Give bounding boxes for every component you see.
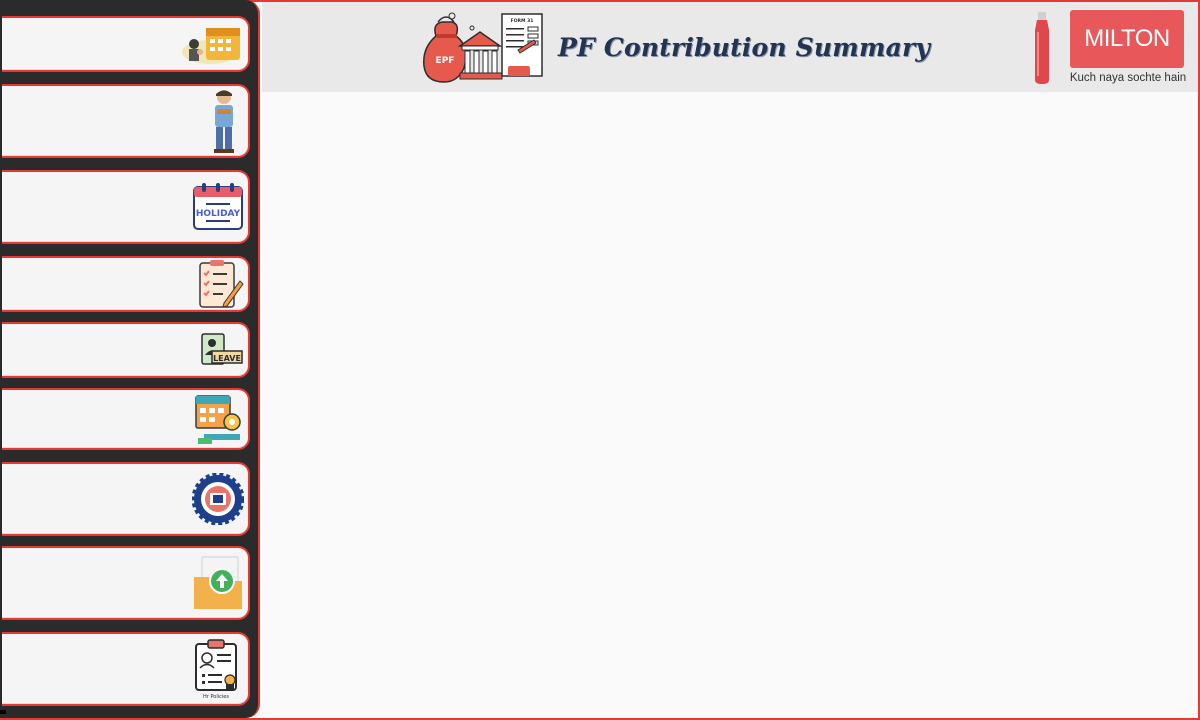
epfo-emblem-icon <box>192 473 244 525</box>
title-block: EPF FORM 31 PF Contribution Summary <box>422 8 930 86</box>
calendar-gear-icon <box>194 392 244 446</box>
holiday-text: HOLIDAY <box>196 209 241 219</box>
scroll-indicator <box>0 710 6 714</box>
sidebar: HOLIDAY LEAVE Hr Policies <box>0 0 260 718</box>
holiday-calendar-icon: HOLIDAY <box>192 183 244 231</box>
brand-name: MILTON <box>1084 25 1170 52</box>
sidebar-item-upload[interactable] <box>2 546 250 620</box>
calendar-people-icon <box>180 22 244 66</box>
sidebar-item-leave[interactable]: LEAVE <box>2 322 250 378</box>
sidebar-item-holiday[interactable]: HOLIDAY <box>2 170 250 244</box>
sidebar-item-schedule[interactable] <box>2 388 250 450</box>
folder-upload-icon <box>192 555 244 611</box>
bottle-icon <box>1035 12 1049 84</box>
leave-card-icon: LEAVE <box>200 333 244 367</box>
brand-tagline: Kuch naya sochte hain <box>1069 72 1187 84</box>
leave-text: LEAVE <box>213 354 241 363</box>
form-label-text: FORM 31 <box>511 18 534 24</box>
page-title: PF Contribution Summary <box>558 32 931 62</box>
sidebar-item-employee[interactable] <box>2 84 250 158</box>
sidebar-item-attendance[interactable] <box>2 16 250 72</box>
sidebar-item-tasks[interactable] <box>2 256 250 312</box>
header-bar: EPF FORM 31 PF Contribution Summary MILT… <box>262 2 1198 92</box>
hr-policies-text: Hr Policies <box>203 694 229 700</box>
worker-person-icon <box>204 87 244 155</box>
checklist-clipboard-icon <box>196 259 244 309</box>
hr-policies-icon: Hr Policies <box>192 638 244 700</box>
sidebar-item-epfo[interactable] <box>2 462 250 536</box>
brand-logo[interactable]: MILTON <box>1070 10 1184 68</box>
epf-illustration-icon: EPF FORM 31 <box>423 12 543 83</box>
sidebar-item-hr-policies[interactable]: Hr Policies <box>2 632 250 706</box>
epf-badge-text: EPF <box>436 56 455 66</box>
